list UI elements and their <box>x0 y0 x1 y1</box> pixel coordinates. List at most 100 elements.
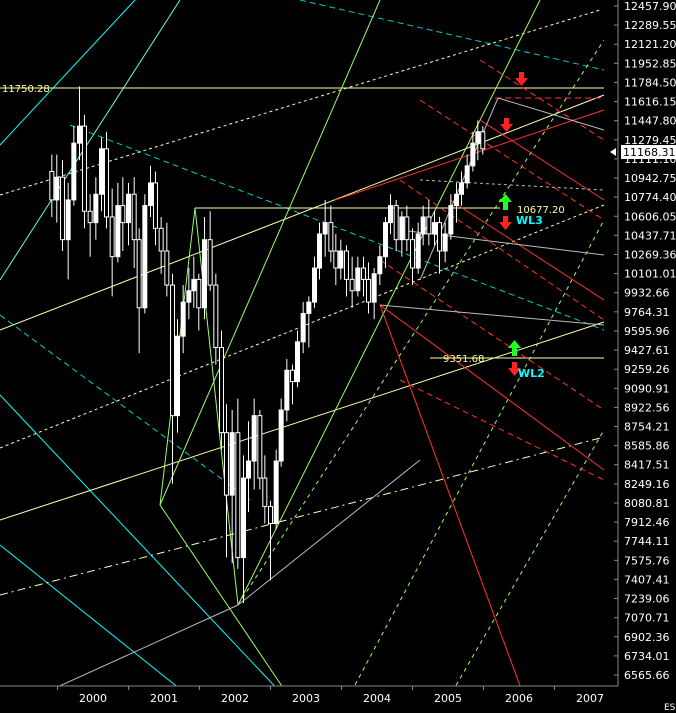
y-tick-label: 8754.21 <box>624 421 670 434</box>
candle-body <box>316 233 322 269</box>
candle-body <box>87 210 93 224</box>
candle-body <box>410 239 415 269</box>
y-tick-label: 10269.36 <box>624 248 676 261</box>
candle-body <box>54 176 60 201</box>
y-tick-label: 11279.45 <box>624 134 676 147</box>
candle-body <box>290 369 296 383</box>
candle-body <box>191 278 197 292</box>
candle-body <box>355 267 361 292</box>
candle-body <box>371 273 377 303</box>
x-tick-label: 2003 <box>292 692 320 705</box>
current-price-label: 11168.31 <box>623 146 676 159</box>
candle-body <box>306 301 312 314</box>
y-tick-label: 7239.06 <box>624 593 670 606</box>
candle-body <box>432 222 438 235</box>
y-tick-label: 9090.91 <box>624 382 670 395</box>
y-tick-label: 10101.01 <box>624 268 676 281</box>
candle-body <box>148 182 154 207</box>
x-tick-label: 2002 <box>221 692 249 705</box>
candle-body <box>393 205 399 241</box>
candle-body <box>415 233 421 269</box>
x-tick-label: 2004 <box>363 692 391 705</box>
candle-body <box>219 347 225 434</box>
candle-body <box>99 148 105 195</box>
x-tick-label: 2005 <box>434 692 462 705</box>
candle-body <box>383 222 389 258</box>
price-chart: 11750.28 10677.20 9351.68 WL3 WL2 12457.… <box>0 0 676 713</box>
candle-body <box>399 216 405 241</box>
candle-body <box>223 432 229 496</box>
candle-body <box>454 193 460 207</box>
candle-body <box>136 239 142 309</box>
candle-body <box>213 284 219 349</box>
candle-body <box>164 250 170 286</box>
candle-body <box>475 131 481 144</box>
y-tick-label: 7575.76 <box>624 554 670 567</box>
candle-body <box>464 165 470 184</box>
candle-body <box>93 193 99 224</box>
y-tick-label: 7070.71 <box>624 612 670 625</box>
y-tick-label: 6565.66 <box>624 669 670 682</box>
level-label-11750: 11750.28 <box>2 84 50 95</box>
candle-body <box>377 256 383 275</box>
candle-body <box>426 216 432 235</box>
y-tick-label: 10774.40 <box>624 191 676 204</box>
y-tick-label: 11447.80 <box>624 115 676 128</box>
y-tick-label: 10942.75 <box>624 172 676 185</box>
candle-body <box>120 205 126 224</box>
y-tick-label: 7407.41 <box>624 573 670 586</box>
y-tick-label: 9259.26 <box>624 363 670 376</box>
candle-body <box>158 227 164 252</box>
candle-body <box>312 267 318 303</box>
candle-body <box>186 290 192 303</box>
candle-body <box>458 182 464 195</box>
y-tick-label: 8249.16 <box>624 478 670 491</box>
candle-body <box>207 239 213 286</box>
wave-label-wl3: WL3 <box>516 214 543 227</box>
candle-body <box>180 301 186 337</box>
candle-body <box>343 250 349 280</box>
candle-body <box>404 216 410 241</box>
candle-body <box>300 312 306 343</box>
candle-body <box>420 216 426 235</box>
candle-body <box>142 205 148 309</box>
candle-body <box>196 278 202 309</box>
candle-body <box>442 233 448 252</box>
candle-body <box>338 250 344 269</box>
candle-body <box>349 278 355 292</box>
candle-body <box>241 477 247 559</box>
candle-body <box>361 267 367 280</box>
candle-body <box>448 205 454 235</box>
candle-body <box>284 369 290 411</box>
y-tick-label: 8080.81 <box>624 497 670 510</box>
candle-body <box>126 193 131 224</box>
y-tick-label: 7912.46 <box>624 516 670 529</box>
candle-body <box>387 205 393 224</box>
y-tick-label: 10606.05 <box>624 210 676 223</box>
y-tick-label: 11784.50 <box>624 76 676 89</box>
candle-body <box>273 460 279 525</box>
x-tick-label: 2007 <box>576 692 604 705</box>
y-tick-label: 12457.90 <box>624 0 676 13</box>
candle-body <box>103 148 109 218</box>
candle-body <box>322 222 328 235</box>
candle-body <box>436 222 442 252</box>
candle-body <box>235 432 241 559</box>
candle-body <box>257 415 263 479</box>
candle-body <box>294 341 300 383</box>
candle-body <box>170 284 176 417</box>
candle-body <box>262 477 268 507</box>
x-tick-label: 2001 <box>150 692 178 705</box>
candle-body <box>65 199 71 241</box>
candle-body <box>49 171 55 201</box>
y-tick-label: 8585.86 <box>624 440 670 453</box>
candle-body <box>77 125 83 144</box>
candle-body <box>174 335 180 417</box>
y-tick-label: 12289.55 <box>624 19 676 32</box>
y-tick-label: 9595.96 <box>624 325 670 338</box>
y-tick-label: 12121.20 <box>624 38 676 51</box>
y-tick-label: 9932.66 <box>624 287 670 300</box>
candle-body <box>131 193 137 241</box>
level-label-9351: 9351.68 <box>443 354 484 365</box>
wave-label-wl2: WL2 <box>518 367 545 380</box>
